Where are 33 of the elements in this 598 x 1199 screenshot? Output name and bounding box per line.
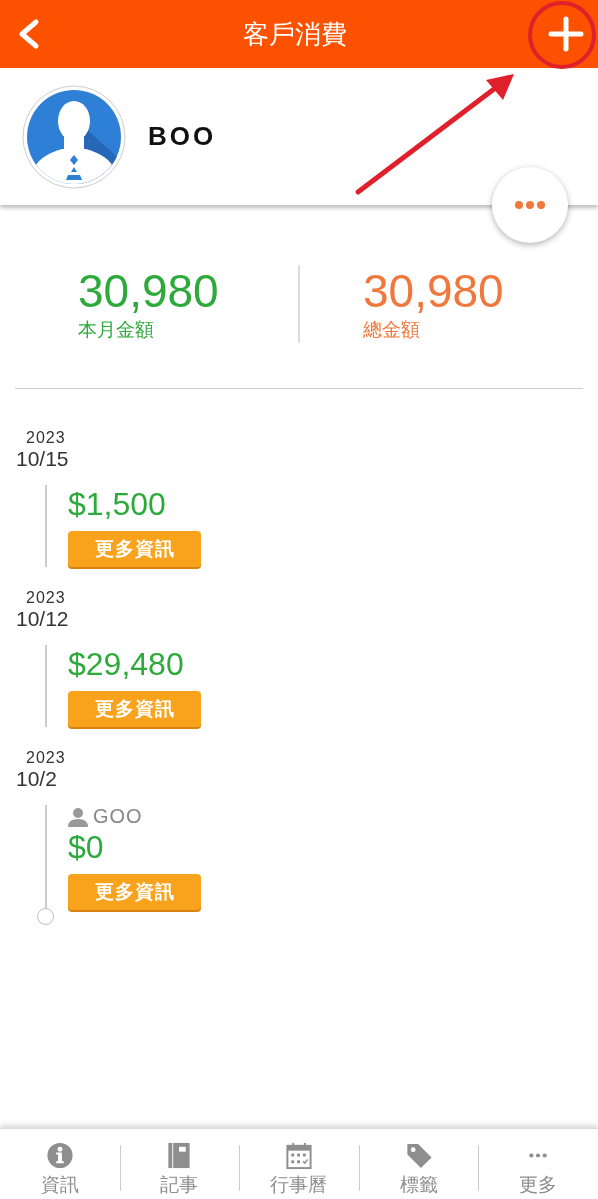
- annotation-circle: [527, 0, 597, 72]
- more-icon: [514, 200, 546, 210]
- tab-item[interactable]: 資訊: [0, 1129, 120, 1199]
- more-info-button[interactable]: 更多資訊: [68, 531, 201, 567]
- entry-date: 10/2: [16, 767, 57, 791]
- entry-amount: $0: [68, 828, 104, 866]
- person-icon: [68, 806, 88, 827]
- tab-item[interactable]: 記事: [119, 1129, 240, 1199]
- entry-amount: $1,500: [68, 485, 166, 523]
- tab-item[interactable]: 行事曆: [239, 1129, 359, 1199]
- stat-value: 30,980: [363, 265, 504, 317]
- customer-name: BOO: [148, 121, 217, 152]
- entry-date: 10/15: [16, 447, 69, 471]
- more-info-button[interactable]: 更多資訊: [68, 874, 201, 910]
- more-info-button[interactable]: 更多資訊: [68, 691, 201, 727]
- stat-label: 總金額: [363, 318, 420, 342]
- info-icon: [44, 1141, 75, 1170]
- entry-year: 2023: [26, 429, 66, 447]
- more-button[interactable]: [492, 167, 568, 243]
- timeline-end-marker: [37, 908, 54, 925]
- tab-item[interactable]: 更多: [478, 1129, 598, 1199]
- stat-value: 30,980: [78, 265, 219, 317]
- stat-label: 本月金額: [78, 318, 154, 342]
- calendar-icon: [284, 1141, 314, 1170]
- entry-amount: $29,480: [68, 645, 184, 683]
- staff-name: GOO: [93, 805, 143, 828]
- entry-date: 10/12: [16, 607, 69, 631]
- tab-item[interactable]: 標籤: [358, 1129, 479, 1199]
- page-title: 客戶消費: [243, 17, 347, 51]
- add-button[interactable]: [548, 16, 584, 52]
- entry-year: 2023: [26, 589, 66, 607]
- entry-year: 2023: [26, 749, 66, 767]
- more-icon: [527, 1153, 550, 1158]
